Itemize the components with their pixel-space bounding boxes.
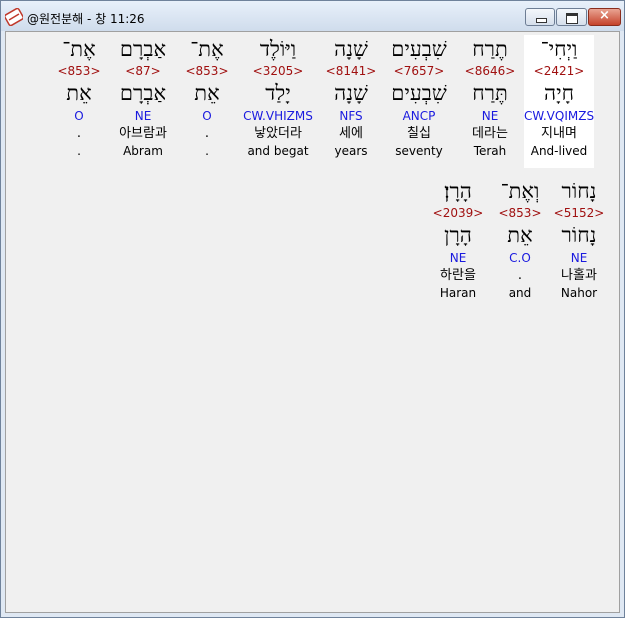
title-bar[interactable]: @원전분해 - 창 11:26 × xyxy=(1,1,624,31)
parsing-code: ANCP xyxy=(402,109,436,123)
korean-gloss: 데라는 xyxy=(472,126,508,141)
maximize-button[interactable] xyxy=(556,8,587,26)
korean-gloss: 지내며 xyxy=(541,126,577,141)
app-window: @원전분해 - 창 11:26 × וַיְחִי־ <2421> חָיָה … xyxy=(0,0,625,618)
hebrew-lexeme: תֶּרַח xyxy=(472,81,508,105)
hebrew-word: שָׁנָה xyxy=(334,37,368,61)
strong-number[interactable]: <853> xyxy=(172,63,242,79)
window-title: @원전분해 - 창 11:26 xyxy=(27,12,145,26)
hebrew-lexeme: אֵת xyxy=(507,223,533,247)
english-gloss: seventy xyxy=(395,144,443,158)
strong-number[interactable]: <3205> xyxy=(237,63,319,79)
parsing-code: O xyxy=(74,109,84,123)
korean-gloss: 칠십 xyxy=(407,126,431,141)
strong-number[interactable]: <853> xyxy=(44,63,114,79)
word-column[interactable]: וַיּוֹלֶד <3205> יָלַד CW.VHIZMS 낳았더라 an… xyxy=(237,35,319,159)
hebrew-lexeme: הָרָן xyxy=(444,223,472,247)
hebrew-lexeme: שִׁבְעִים xyxy=(391,81,447,105)
word-column[interactable]: שִׁבְעִים <7657> שִׁבְעִים ANCP 칠십 seven… xyxy=(384,35,454,159)
korean-gloss: . xyxy=(204,126,210,141)
hebrew-word: וַיְחִי־ xyxy=(540,37,578,61)
parsing-code: CW.VQIMZS xyxy=(524,109,595,123)
strong-number[interactable]: <853> xyxy=(485,205,555,221)
parsing-code: C.O xyxy=(509,251,531,265)
hebrew-word: שִׁבְעִים xyxy=(391,37,447,61)
strong-number[interactable]: <7657> xyxy=(384,63,454,79)
hebrew-word: אֶת־ xyxy=(190,37,224,61)
word-column[interactable]: אֶת־ <853> אֵת O . . xyxy=(172,35,242,159)
hebrew-word: הָרָן׃ xyxy=(444,179,472,203)
hebrew-word: וַיּוֹלֶד xyxy=(259,37,297,61)
english-gloss: years xyxy=(334,144,368,158)
hebrew-lexeme: שָׁנָה xyxy=(334,81,368,105)
strong-number[interactable]: <8646> xyxy=(455,63,525,79)
hebrew-word: וְאֶת־ xyxy=(500,179,540,203)
strong-number[interactable]: <2039> xyxy=(423,205,493,221)
english-gloss: and begat xyxy=(247,144,309,158)
word-column[interactable]: שָׁנָה <8141> שָׁנָה NFS 세에 years xyxy=(316,35,386,159)
word-column[interactable]: הָרָן׃ <2039> הָרָן NE 하란을 Haran xyxy=(423,177,493,301)
parsing-code: NE xyxy=(449,251,467,265)
parsing-code: CW.VHIZMS xyxy=(243,109,313,123)
strong-number[interactable]: <87> xyxy=(108,63,178,79)
english-gloss: And-lived xyxy=(530,144,588,158)
word-column[interactable]: אַבְרָם <87> אַבְרָם NE 아브람과 Abram xyxy=(108,35,178,159)
hebrew-lexeme: חָיָה xyxy=(543,81,574,105)
interlinear-pane[interactable]: וַיְחִי־ <2421> חָיָה CW.VQIMZS 지내며 And-… xyxy=(5,31,620,613)
hebrew-word: אֶת־ xyxy=(62,37,96,61)
hebrew-word: אַבְרָם xyxy=(119,37,167,61)
parsing-code: NE xyxy=(481,109,499,123)
hebrew-lexeme: יָלַד xyxy=(265,81,291,105)
minimize-button[interactable] xyxy=(525,8,555,26)
english-gloss: Haran xyxy=(439,286,477,300)
word-column[interactable]: תֶרַח <8646> תֶּרַח NE 데라는 Terah xyxy=(455,35,525,159)
english-gloss: . xyxy=(77,144,81,158)
korean-gloss: 세에 xyxy=(339,126,363,141)
close-icon: × xyxy=(599,8,610,23)
korean-gloss: . xyxy=(517,268,523,283)
english-gloss: . xyxy=(205,144,209,158)
word-column[interactable]: וְאֶת־ <853> אֵת C.O . and xyxy=(485,177,555,301)
korean-gloss: 하란을 xyxy=(440,268,476,283)
hebrew-lexeme: אַבְרָם xyxy=(119,81,167,105)
english-gloss: Abram xyxy=(123,144,163,158)
hebrew-lexeme: אֵת xyxy=(66,81,92,105)
korean-gloss: 아브람과 xyxy=(119,126,167,141)
korean-gloss: . xyxy=(76,126,82,141)
strong-number[interactable]: <2421> xyxy=(524,63,594,79)
parsing-code: O xyxy=(202,109,212,123)
close-button[interactable]: × xyxy=(588,8,621,26)
korean-gloss: 낳았더라 xyxy=(254,126,302,141)
word-column[interactable]: וַיְחִי־ <2421> חָיָה CW.VQIMZS 지내며 And-… xyxy=(524,35,594,168)
english-gloss: and xyxy=(508,286,532,300)
word-column[interactable]: אֶת־ <853> אֵת O . . xyxy=(44,35,114,159)
hebrew-lexeme: אֵת xyxy=(194,81,220,105)
parsing-code: NFS xyxy=(339,109,363,123)
app-icon[interactable] xyxy=(5,8,23,26)
parsing-code: NE xyxy=(134,109,152,123)
hebrew-word: תֶרַח xyxy=(472,37,508,61)
english-gloss: Terah xyxy=(473,144,507,158)
strong-number[interactable]: <8141> xyxy=(316,63,386,79)
